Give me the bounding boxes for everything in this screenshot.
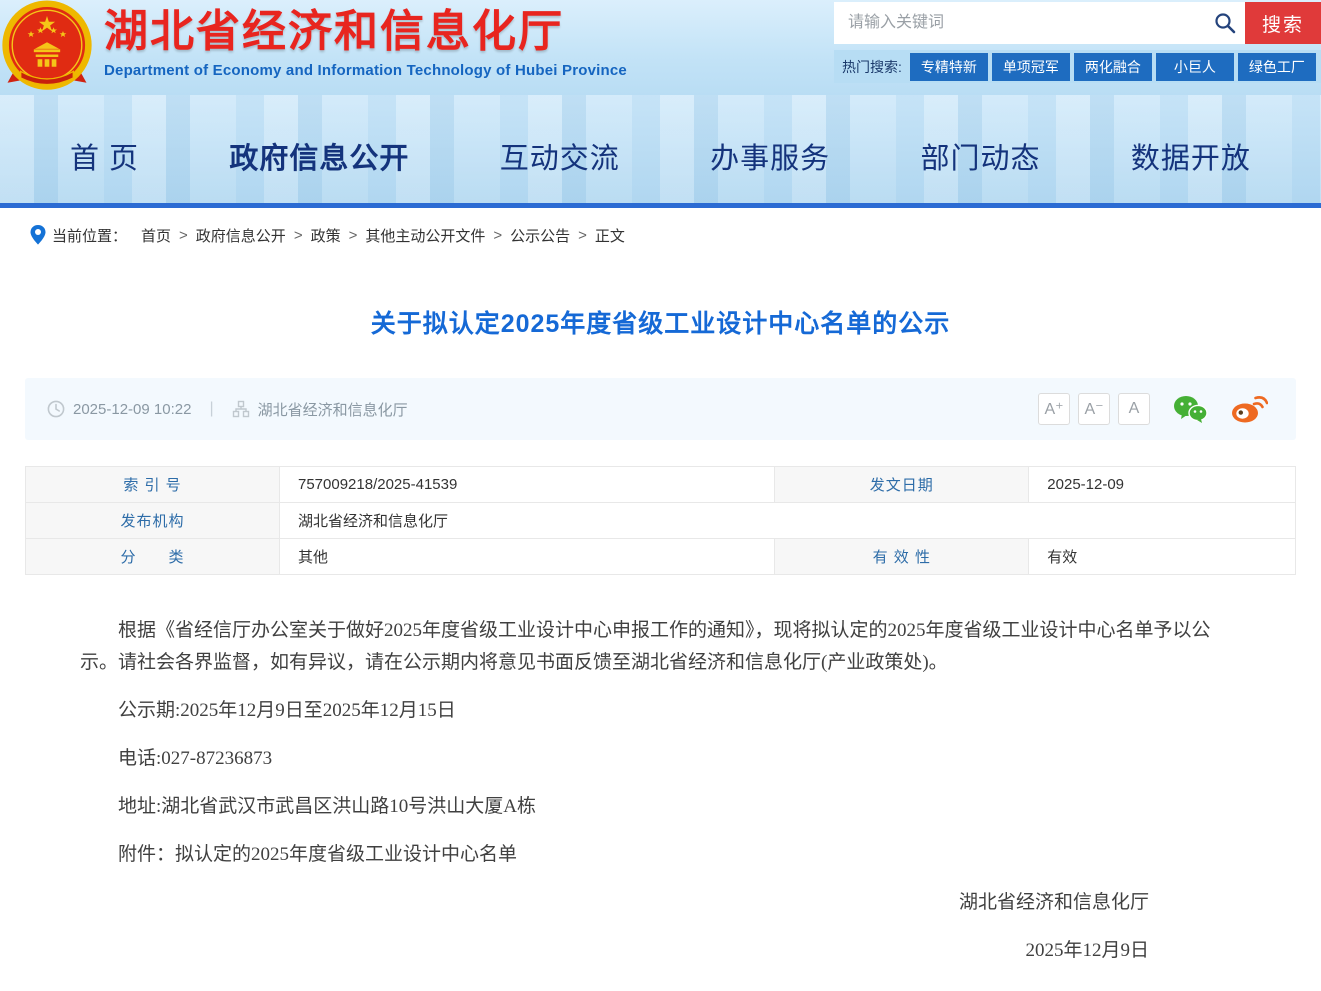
nav-item-open-data[interactable]: 数据开放 bbox=[1131, 135, 1251, 177]
document-info-table: 索 引 号 757009218/2025-41539 发文日期 2025-12-… bbox=[25, 466, 1296, 575]
breadcrumb-current: 正文 bbox=[594, 227, 625, 245]
font-smaller-button[interactable]: A⁻ bbox=[1078, 393, 1110, 425]
issuing-agency-label: 发布机构 bbox=[25, 502, 280, 539]
hot-tag-lvsegongchang[interactable]: 绿色工厂 bbox=[1237, 52, 1318, 81]
category-value: 其他 bbox=[278, 538, 776, 575]
attachment-link[interactable]: 拟认定的2025年度省级工业设计中心名单 bbox=[175, 844, 517, 865]
breadcrumb-announcements[interactable]: 公示公告 bbox=[510, 225, 570, 246]
index-number-label: 索 引 号 bbox=[25, 466, 280, 503]
breadcrumb-separator: > bbox=[493, 226, 503, 244]
search-icon[interactable] bbox=[1213, 11, 1237, 35]
signature-org: 湖北省经济和信息化厅 bbox=[958, 892, 1149, 913]
article-meta-bar: 2025-12-09 10:22 | 湖北省经济和信息化厅 A⁺ A⁻ A bbox=[25, 378, 1296, 440]
nav-item-interaction[interactable]: 互动交流 bbox=[500, 135, 620, 177]
hot-search-label: 热门搜索: bbox=[842, 58, 902, 75]
breadcrumb-other-open-docs[interactable]: 其他主动公开文件 bbox=[365, 225, 485, 246]
breadcrumb-home[interactable]: 首页 bbox=[141, 225, 171, 246]
signature-date: 2025年12月9日 bbox=[1025, 940, 1149, 961]
meta-divider: | bbox=[209, 400, 214, 417]
site-title: 湖北省经济和信息化厅 bbox=[104, 7, 564, 56]
search-input[interactable] bbox=[834, 2, 1245, 44]
issuing-agency-value: 湖北省经济和信息化厅 bbox=[279, 502, 1296, 539]
article-container: 关于拟认定2025年度省级工业设计中心名单的公示 2025-12-09 10:2… bbox=[0, 304, 1321, 967]
weibo-share-icon[interactable] bbox=[1230, 394, 1268, 424]
paragraph-address: 地址:湖北省武汉市武昌区洪山路10号洪山大厦A栋 bbox=[118, 796, 537, 817]
category-label: 分 类 bbox=[25, 538, 280, 575]
nav-item-gov-info[interactable]: 政府信息公开 bbox=[229, 135, 409, 177]
page: 湖北省经济和信息化厅 Department of Economy and Inf… bbox=[0, 0, 1321, 983]
wechat-share-icon[interactable] bbox=[1172, 394, 1208, 424]
table-row: 索 引 号 757009218/2025-41539 发文日期 2025-12-… bbox=[25, 466, 1296, 503]
breadcrumb: 当前位置： 首页 > 政府信息公开 > 政策 > 其他主动公开文件 > 公示公告… bbox=[0, 208, 1321, 262]
publish-source: 湖北省经济和信息化厅 bbox=[257, 401, 408, 419]
validity-value: 有效 bbox=[1028, 538, 1296, 575]
source-org-icon bbox=[232, 400, 249, 418]
paragraph-attachment: 附件：拟认定的2025年度省级工业设计中心名单 bbox=[80, 839, 1241, 871]
signature-block: 湖北省经济和信息化厅 2025年12月9日 bbox=[80, 887, 1241, 967]
site-brand: 湖北省经济和信息化厅 Department of Economy and Inf… bbox=[104, 0, 627, 79]
publish-datetime: 2025-12-09 10:22 bbox=[73, 400, 192, 418]
table-row: 发布机构 湖北省经济和信息化厅 bbox=[25, 502, 1296, 539]
breadcrumb-separator: > bbox=[578, 226, 587, 244]
issue-date-label: 发文日期 bbox=[774, 466, 1030, 503]
font-reset-button[interactable]: A bbox=[1118, 393, 1150, 425]
nav-item-department-news[interactable]: 部门动态 bbox=[921, 135, 1041, 177]
search-button[interactable]: 搜索 bbox=[1245, 2, 1321, 44]
paragraph-intro: 根据《省经信厅办公室关于做好2025年度省级工业设计中心申报工作的通知》，现将拟… bbox=[80, 620, 1211, 673]
breadcrumb-separator: > bbox=[293, 226, 303, 244]
national-emblem-logo bbox=[2, 0, 92, 90]
table-row: 分 类 其他 有 效 性 有效 bbox=[25, 538, 1296, 575]
hot-tag-zhuanjingtexin[interactable]: 专精特新 bbox=[909, 52, 990, 81]
attachment-label: 附件： bbox=[118, 844, 176, 865]
breadcrumb-gov-info[interactable]: 政府信息公开 bbox=[196, 225, 286, 246]
site-banner: 湖北省经济和信息化厅 Department of Economy and Inf… bbox=[0, 0, 1321, 95]
validity-label: 有 效 性 bbox=[774, 538, 1030, 575]
breadcrumb-separator: > bbox=[348, 226, 358, 244]
paragraph-publicity-period: 公示期:2025年12月9日至2025年12月15日 bbox=[118, 700, 456, 721]
hot-search-bar: 热门搜索: 专精特新 单项冠军 两化融合 小巨人 绿色工厂 bbox=[834, 50, 1321, 83]
main-nav: 首 页 政府信息公开 互动交流 办事服务 部门动态 数据开放 bbox=[0, 95, 1321, 203]
breadcrumb-prefix: 当前位置： bbox=[52, 227, 128, 245]
issue-date-value: 2025-12-09 bbox=[1028, 466, 1296, 503]
font-larger-button[interactable]: A⁺ bbox=[1038, 393, 1070, 425]
nav-item-home[interactable]: 首 页 bbox=[70, 135, 139, 177]
article-meta-right: A⁺ A⁻ A bbox=[1030, 393, 1268, 425]
index-number-value: 757009218/2025-41539 bbox=[278, 466, 776, 503]
article-meta-left: 2025-12-09 10:22 | 湖北省经济和信息化厅 bbox=[47, 399, 408, 420]
article-body: 根据《省经信厅办公室关于做好2025年度省级工业设计中心申报工作的通知》，现将拟… bbox=[25, 575, 1296, 967]
breadcrumb-separator: > bbox=[179, 226, 188, 244]
clock-icon bbox=[47, 400, 65, 418]
search-box bbox=[834, 2, 1245, 44]
hot-tag-lianghuaronghe[interactable]: 两化融合 bbox=[1073, 52, 1154, 81]
hot-tag-danxiangguanjun[interactable]: 单项冠军 bbox=[991, 52, 1072, 81]
article-title: 关于拟认定2025年度省级工业设计中心名单的公示 bbox=[370, 310, 951, 338]
breadcrumb-policy[interactable]: 政策 bbox=[311, 225, 341, 246]
paragraph-phone: 电话:027-87236873 bbox=[118, 748, 273, 769]
location-pin-icon bbox=[30, 225, 46, 245]
nav-item-services[interactable]: 办事服务 bbox=[710, 135, 830, 177]
search-area: 搜索 热门搜索: 专精特新 单项冠军 两化融合 小巨人 绿色工厂 bbox=[834, 0, 1321, 83]
hot-tag-xiaojuren[interactable]: 小巨人 bbox=[1155, 52, 1236, 81]
site-title-english: Department of Economy and Information Te… bbox=[104, 62, 627, 79]
